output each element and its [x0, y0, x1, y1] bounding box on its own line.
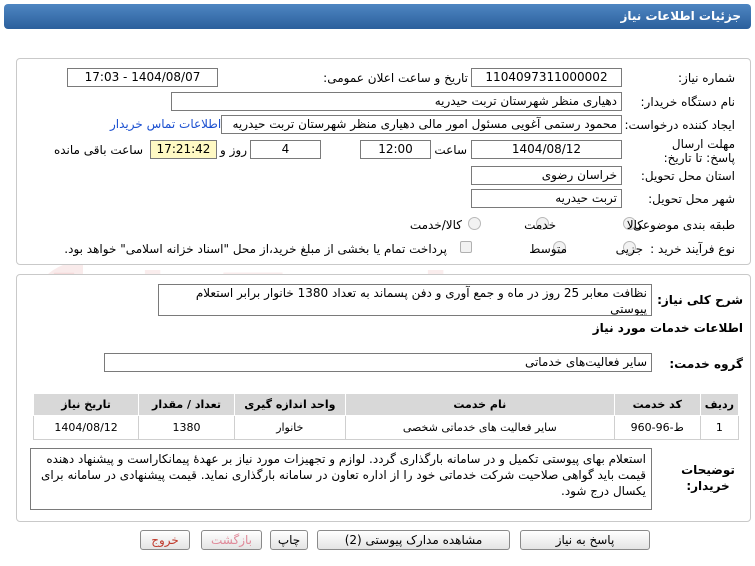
table-row[interactable]: 1 ط-96-960 سایر فعالیت های خدماتی شخصی خ… — [32, 415, 740, 440]
cell-date: 1404/08/12 — [32, 415, 140, 440]
buyer-notes-field[interactable]: استعلام بهای پیوستی تکمیل و در سامانه با… — [30, 448, 652, 510]
col-code-header: کد خدمت — [613, 393, 701, 416]
creator-field[interactable]: محمود رستمی آغویی مسئول امور مالی دهیاری… — [221, 115, 622, 134]
cell-code: ط-96-960 — [613, 415, 701, 440]
col-date-header: تاریخ نیاز — [32, 393, 140, 416]
service-group-label: گروه خدمت: — [669, 357, 743, 371]
print-button[interactable]: چاپ — [270, 530, 308, 550]
city-field[interactable]: تربت حیدریه — [471, 189, 622, 208]
deadline-label: مهلت ارسال پاسخ: تا تاریخ: — [663, 137, 735, 165]
cell-name: سایر فعالیت های خدماتی شخصی — [344, 415, 615, 440]
category-goods-service-radio[interactable] — [468, 217, 481, 230]
treasury-checkbox[interactable] — [460, 241, 472, 253]
creator-label: ایجاد کننده درخواست: — [624, 118, 735, 132]
buyer-notes-label: توضیحات خریدار: — [681, 463, 735, 493]
buyer-org-field[interactable]: دهیاری منظر شهرستان تربت حیدریه — [171, 92, 622, 111]
province-label: استان محل تحویل: — [640, 169, 735, 183]
col-name-header: نام خدمت — [344, 393, 615, 416]
days-label: روز و — [220, 143, 247, 157]
city-label: شهر محل تحویل: — [648, 192, 735, 206]
announce-date-field[interactable]: 1404/08/07 - 17:03 — [67, 68, 218, 87]
category-goods-service-text: کالا/خدمت — [409, 218, 462, 232]
category-label: طبقه بندی موضوعی: — [628, 218, 735, 232]
services-section-header: اطلاعات خدمات مورد نیاز — [592, 321, 743, 335]
cell-row: 1 — [699, 415, 740, 440]
exit-button[interactable]: خروج — [140, 530, 190, 550]
treasury-note: پرداخت تمام یا بخشی از مبلغ خرید،از محل … — [64, 242, 447, 256]
province-field[interactable]: خراسان رضوی — [471, 166, 622, 185]
category-goods-text: کالا — [626, 218, 643, 232]
window-title: جزئیات اطلاعات نیاز — [4, 4, 751, 29]
remaining-time-label: ساعت باقی مانده — [53, 143, 143, 157]
service-group-field[interactable]: سایر فعالیت‌های خدماتی — [104, 353, 652, 372]
col-row-header: ردیف — [699, 393, 740, 416]
cell-unit: خانوار — [233, 415, 346, 440]
table-header-row: ردیف کد خدمت نام خدمت واحد اندازه گیری ت… — [32, 393, 740, 416]
col-qty-header: تعداد / مقدار — [138, 393, 235, 416]
process-type-label: نوع فرآیند خرید : — [650, 242, 735, 256]
buyer-contact-link[interactable]: اطلاعات تماس خریدار — [110, 117, 221, 131]
days-remaining-field[interactable]: 4 — [250, 140, 321, 159]
view-attachments-button[interactable]: مشاهده مدارک پیوستی (2) — [317, 530, 510, 550]
remaining-time-field[interactable]: 17:21:42 — [150, 140, 217, 159]
need-number-label: شماره نیاز: — [678, 71, 735, 85]
need-number-field[interactable]: 1104097311000002 — [471, 68, 622, 87]
deadline-time-field[interactable]: 12:00 — [360, 140, 431, 159]
col-unit-header: واحد اندازه گیری — [233, 393, 346, 416]
buyer-org-label: نام دستگاه خریدار: — [640, 95, 736, 109]
respond-button[interactable]: پاسخ به نیاز — [520, 530, 650, 550]
description-field[interactable]: نظافت معابر 25 روز در ماه و جمع آوری و د… — [158, 284, 652, 316]
description-label: شرح کلی نیاز: — [657, 293, 743, 307]
process-minor-text: جزیی — [615, 242, 643, 256]
deadline-time-label: ساعت — [434, 143, 467, 157]
cell-qty: 1380 — [138, 415, 235, 440]
back-button[interactable]: بازگشت — [201, 530, 262, 550]
deadline-date-field[interactable]: 1404/08/12 — [471, 140, 622, 159]
category-service-text: خدمت — [524, 218, 556, 232]
announce-date-label: تاریخ و ساعت اعلان عمومی: — [323, 71, 468, 85]
process-medium-text: متوسط — [529, 242, 567, 256]
services-table: ردیف کد خدمت نام خدمت واحد اندازه گیری ت… — [32, 393, 740, 440]
